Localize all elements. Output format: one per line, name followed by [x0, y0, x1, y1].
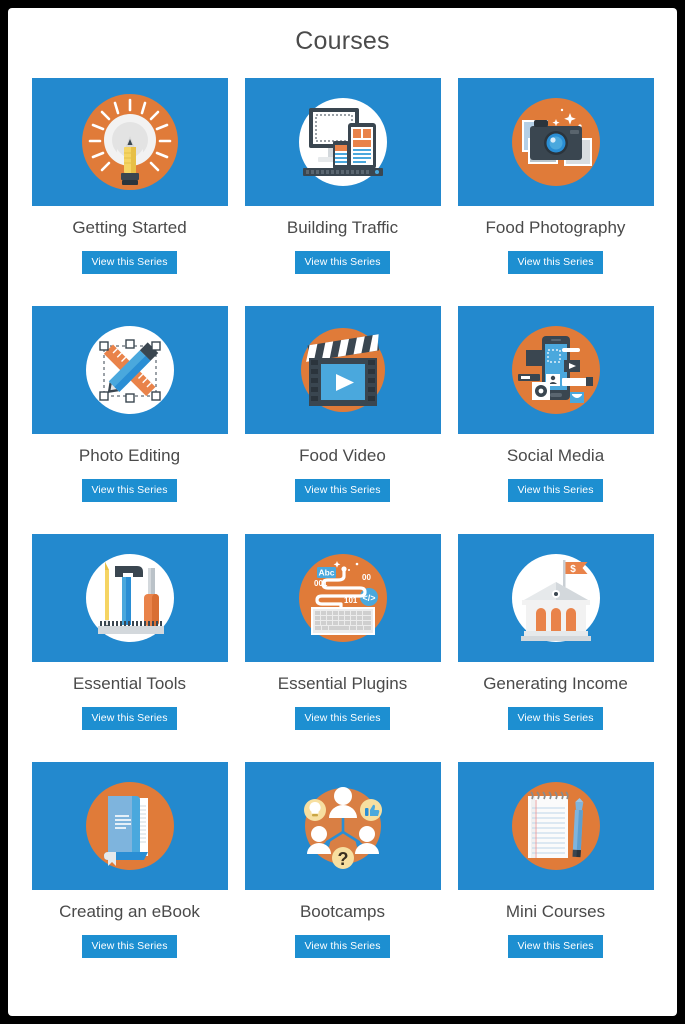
course-thumbnail-social-media[interactable] [457, 306, 654, 434]
course-thumbnail-essential-tools[interactable] [31, 534, 228, 662]
view-series-button[interactable]: View this Series [295, 479, 390, 502]
responsive-devices-icon [298, 98, 387, 186]
book-icon [85, 782, 174, 870]
bank-flag-icon: $ [511, 554, 600, 642]
course-title: Essential Plugins [277, 674, 408, 693]
course-action-wrap: View this Series [458, 251, 654, 274]
course-card: ? Bootcamps View this Series [244, 762, 441, 958]
course-card: Abc </> 001 00 101 Essential Plugins Vie… [244, 534, 441, 730]
course-title: Food Photography [485, 218, 626, 237]
course-action-wrap: View this Series [32, 935, 228, 958]
course-card: Food Photography View this Series [457, 78, 654, 274]
icon-label-dollar: $ [570, 564, 576, 575]
keyboard-code-icon: Abc </> 001 00 101 [298, 554, 387, 642]
course-thumbnail-food-video[interactable] [244, 306, 441, 434]
course-action-wrap: View this Series [458, 479, 654, 502]
course-card: Creating an eBook View this Series [31, 762, 228, 958]
course-card: Building Traffic View this Series [244, 78, 441, 274]
course-thumbnail-bootcamps[interactable]: ? [244, 762, 441, 890]
course-action-wrap: View this Series [458, 707, 654, 730]
view-series-button[interactable]: View this Series [295, 251, 390, 274]
course-card: Essential Tools View this Series [31, 534, 228, 730]
hammer-tools-icon [85, 554, 174, 642]
course-action-wrap: View this Series [458, 935, 654, 958]
course-card: Getting Started View this Series [31, 78, 228, 274]
course-title: Mini Courses [505, 902, 606, 921]
course-title: Social Media [506, 446, 605, 465]
course-title: Bootcamps [299, 902, 386, 921]
courses-grid: Getting Started View this Series Buildin… [8, 78, 677, 990]
camera-photos-icon [511, 98, 600, 186]
course-thumbnail-generating-income[interactable]: $ [457, 534, 654, 662]
view-series-button[interactable]: View this Series [508, 935, 603, 958]
view-series-button[interactable]: View this Series [295, 707, 390, 730]
view-series-button[interactable]: View this Series [508, 707, 603, 730]
course-title: Building Traffic [286, 218, 399, 237]
page-title: Courses [295, 27, 390, 55]
course-action-wrap: View this Series [245, 479, 441, 502]
pencil-ruler-icon [85, 326, 174, 414]
course-thumbnail-photo-editing[interactable] [31, 306, 228, 434]
course-action-wrap: View this Series [32, 251, 228, 274]
course-thumbnail-building-traffic[interactable] [244, 78, 441, 206]
course-title: Essential Tools [72, 674, 187, 693]
notepad-pencil-icon [511, 782, 600, 870]
clapperboard-play-icon [300, 328, 385, 412]
view-series-button[interactable]: View this Series [82, 251, 177, 274]
lightbulb-pencil-icon [81, 94, 178, 190]
course-thumbnail-creating-an-ebook[interactable] [31, 762, 228, 890]
course-title: Food Video [299, 446, 386, 465]
view-series-button[interactable]: View this Series [508, 251, 603, 274]
smartphone-social-icon [511, 326, 600, 414]
course-card: Social Media View this Series [457, 306, 654, 502]
course-action-wrap: View this Series [32, 707, 228, 730]
course-card: Photo Editing View this Series [31, 306, 228, 502]
icon-label-question: ? [337, 849, 348, 869]
course-action-wrap: View this Series [32, 479, 228, 502]
course-action-wrap: View this Series [245, 251, 441, 274]
course-card: $ Generating Income View this Series [457, 534, 654, 730]
course-title: Generating Income [483, 674, 628, 693]
view-series-button[interactable]: View this Series [82, 707, 177, 730]
course-action-wrap: View this Series [245, 707, 441, 730]
icon-label-00: 00 [362, 573, 371, 582]
course-title: Creating an eBook [59, 902, 200, 921]
course-card: Mini Courses View this Series [457, 762, 654, 958]
course-thumbnail-mini-courses[interactable] [457, 762, 654, 890]
course-thumbnail-food-photography[interactable] [457, 78, 654, 206]
course-thumbnail-getting-started[interactable] [31, 78, 228, 206]
view-series-button[interactable]: View this Series [295, 935, 390, 958]
course-action-wrap: View this Series [245, 935, 441, 958]
course-thumbnail-essential-plugins[interactable]: Abc </> 001 00 101 [244, 534, 441, 662]
people-group-icon: ? [303, 787, 382, 869]
view-series-button[interactable]: View this Series [82, 479, 177, 502]
view-series-button[interactable]: View this Series [82, 935, 177, 958]
course-title: Getting Started [72, 218, 187, 237]
icon-label-abc: Abc [318, 568, 334, 578]
page-frame: Courses Getting Started View this Series… [8, 8, 677, 1016]
course-card: Food Video View this Series [244, 306, 441, 502]
course-title: Photo Editing [78, 446, 181, 465]
view-series-button[interactable]: View this Series [508, 479, 603, 502]
